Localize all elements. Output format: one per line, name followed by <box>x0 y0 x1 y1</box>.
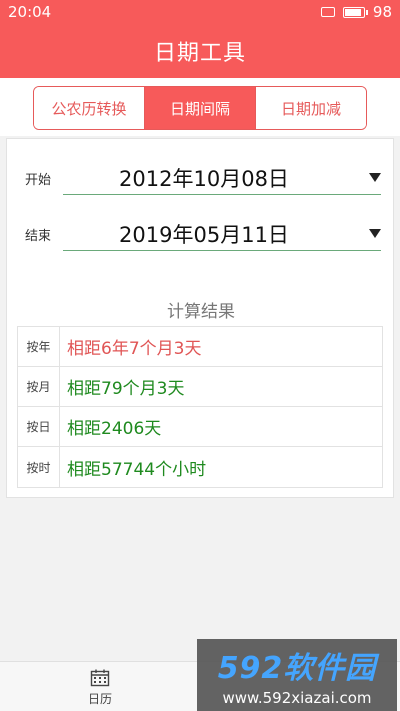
result-value: 相距6年7个月3天 <box>67 339 202 359</box>
start-date-label: 开始 <box>25 173 52 188</box>
nav-calendar[interactable]: 日历 <box>60 666 140 710</box>
result-value: 相距79个月3天 <box>67 379 185 399</box>
tab-date-interval[interactable]: 日期间隔 <box>145 87 256 129</box>
result-table: 按年 相距6年7个月3天 按月 相距79个月3天 按日 相距2406天 按时 相… <box>17 326 383 488</box>
tabs-container: 公农历转换 日期间隔 日期加减 <box>0 78 400 136</box>
result-label: 按月 <box>18 367 60 406</box>
start-date-row: 开始 2012年10月08日 <box>7 157 395 197</box>
tab-lunar-convert[interactable]: 公农历转换 <box>34 87 145 129</box>
window-icon <box>320 7 335 17</box>
status-bar: 20:04 98 <box>0 0 400 24</box>
status-time: 20:04 <box>8 3 52 21</box>
end-date-picker[interactable]: 2019年05月11日 <box>63 217 381 251</box>
end-date-label: 结束 <box>25 229 52 244</box>
dropdown-arrow-icon[interactable] <box>369 229 381 238</box>
watermark-url: www.592xiazai.com <box>222 689 372 707</box>
tab-date-add-subtract[interactable]: 日期加减 <box>256 87 366 129</box>
battery-icon <box>342 6 368 18</box>
end-date-row: 结束 2019年05月11日 <box>7 213 395 253</box>
result-row-hour: 按时 相距57744个小时 <box>18 447 382 487</box>
result-row-month: 按月 相距79个月3天 <box>18 367 382 407</box>
watermark-logo: 592软件园 www.592xiazai.com <box>197 639 397 711</box>
result-label: 按日 <box>18 407 60 446</box>
interval-card: 开始 2012年10月08日 结束 2019年05月11日 计算结果 按年 相距… <box>6 138 394 498</box>
result-label: 按时 <box>18 447 60 487</box>
calendar-icon <box>90 669 110 687</box>
watermark-brand: 592软件园 <box>217 651 377 686</box>
result-row-year: 按年 相距6年7个月3天 <box>18 327 382 367</box>
result-row-day: 按日 相距2406天 <box>18 407 382 447</box>
battery-level: 98 <box>372 3 392 21</box>
result-label: 按年 <box>18 327 60 366</box>
dropdown-arrow-icon[interactable] <box>369 173 381 182</box>
page-title: 日期工具 <box>0 24 400 78</box>
nav-calendar-label: 日历 <box>87 692 112 706</box>
result-title: 计算结果 <box>167 302 235 322</box>
start-date-picker[interactable]: 2012年10月08日 <box>63 161 381 195</box>
status-icons: 98 <box>320 3 392 21</box>
result-value: 相距57744个小时 <box>67 459 207 480</box>
tab-bar: 公农历转换 日期间隔 日期加减 <box>33 86 367 130</box>
result-value: 相距2406天 <box>67 419 162 439</box>
